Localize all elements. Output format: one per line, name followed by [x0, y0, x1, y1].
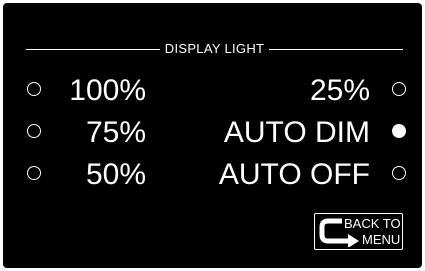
option-label: AUTO DIM: [223, 116, 370, 149]
option-100-percent[interactable]: 100%: [3, 73, 146, 109]
option-auto-off[interactable]: AUTO OFF: [183, 157, 413, 193]
display-screen: DISPLAY LIGHT 100% 75% 50% 25% AUTO DIM …: [3, 3, 422, 268]
header-divider-left: [26, 48, 160, 50]
option-75-percent[interactable]: 75%: [3, 115, 146, 151]
option-label: 75%: [85, 116, 146, 149]
option-auto-dim[interactable]: AUTO DIM: [183, 115, 413, 151]
option-label: 100%: [69, 74, 146, 107]
back-button-label-line2: MENU: [362, 232, 401, 247]
option-label: 25%: [309, 74, 370, 107]
back-to-menu-button[interactable]: BACK TO MENU: [314, 213, 403, 250]
back-button-label-line1: BACK TO: [344, 216, 401, 231]
header-divider-right: [269, 48, 404, 50]
option-label: 50%: [85, 158, 146, 191]
radio-button[interactable]: [27, 124, 41, 138]
radio-button[interactable]: [27, 82, 41, 96]
radio-button[interactable]: [392, 82, 406, 96]
radio-button[interactable]: [392, 166, 406, 180]
radio-button[interactable]: [27, 166, 41, 180]
radio-button-selected[interactable]: [392, 124, 406, 138]
option-label: AUTO OFF: [218, 158, 370, 191]
section-header: DISPLAY LIGHT: [26, 41, 404, 57]
page-title: DISPLAY LIGHT: [164, 41, 265, 56]
option-50-percent[interactable]: 50%: [3, 157, 146, 193]
option-25-percent[interactable]: 25%: [183, 73, 413, 109]
